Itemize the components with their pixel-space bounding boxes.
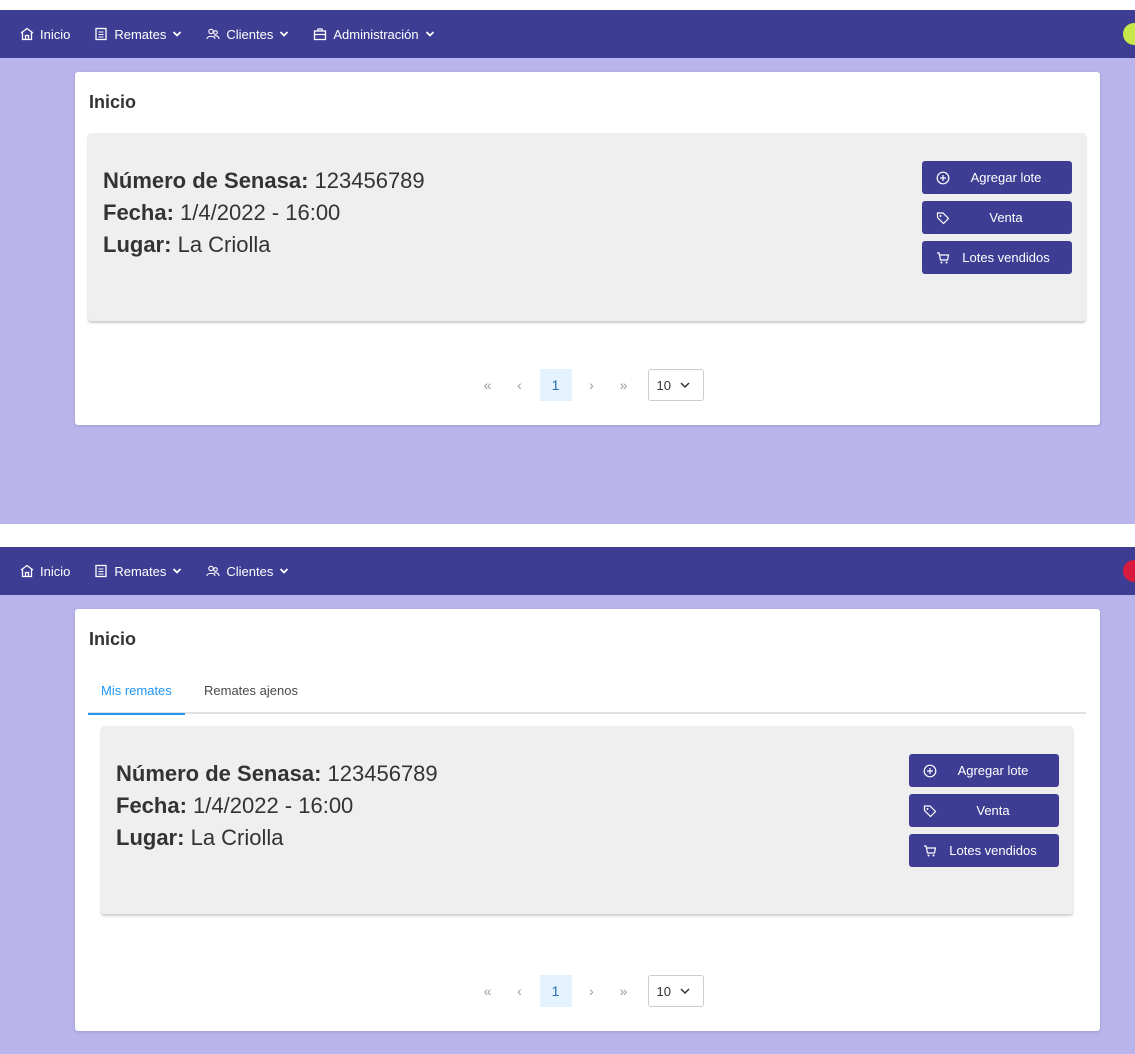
nav-administracion[interactable]: Administración xyxy=(313,27,434,42)
remate-info: Número de Senasa: 123456789 Fecha: 1/4/2… xyxy=(103,165,425,261)
lugar-value: La Criolla xyxy=(190,825,284,850)
nav-label: Clientes xyxy=(226,563,274,579)
paginator: « ‹ 1 › » 10 xyxy=(75,369,1100,401)
home-icon xyxy=(20,27,34,41)
lugar-label: Lugar: xyxy=(116,825,185,850)
nav-label: Inicio xyxy=(40,26,71,42)
screenshot-admin: Inicio Remates Clientes Administración I… xyxy=(0,10,1135,524)
top-navbar: Inicio Remates Clientes Administración xyxy=(0,10,1135,58)
nav-remates[interactable]: Remates xyxy=(94,27,182,42)
button-label: Venta xyxy=(976,803,1010,818)
lugar-label: Lugar: xyxy=(103,232,172,257)
venta-button[interactable]: Venta xyxy=(909,794,1059,827)
chevron-down-icon xyxy=(680,988,690,995)
chevron-down-icon xyxy=(173,31,182,37)
remate-item: Número de Senasa: 123456789 Fecha: 1/4/2… xyxy=(88,133,1086,321)
plus-circle-icon xyxy=(936,171,950,184)
nav-label: Administración xyxy=(333,26,419,42)
nav-remates[interactable]: Remates xyxy=(94,564,182,579)
rows-per-page-select[interactable]: 10 xyxy=(647,975,704,1007)
fecha-value: 1/4/2022 - 16:00 xyxy=(180,200,341,225)
nav-inicio[interactable]: Inicio xyxy=(20,564,70,579)
prev-page-button[interactable]: ‹ xyxy=(504,975,536,1007)
chevron-down-icon xyxy=(680,382,690,389)
fecha-value: 1/4/2022 - 16:00 xyxy=(193,793,354,818)
nav-label: Inicio xyxy=(40,563,71,579)
next-page-button[interactable]: › xyxy=(576,369,608,401)
venta-button[interactable]: Venta xyxy=(922,201,1072,234)
add-lote-button[interactable]: Agregar lote xyxy=(922,161,1072,194)
rows-per-page-select[interactable]: 10 xyxy=(647,369,704,401)
home-icon xyxy=(20,564,34,578)
nav-label: Clientes xyxy=(226,26,274,42)
page-1-button[interactable]: 1 xyxy=(539,369,572,401)
last-page-button[interactable]: » xyxy=(608,975,640,1007)
button-label: Venta xyxy=(989,210,1023,225)
main-card: Inicio Mis remates Remates ajenos Número… xyxy=(75,609,1100,1031)
document-list-icon xyxy=(95,564,108,578)
lugar-value: La Criolla xyxy=(177,232,271,257)
nav-inicio[interactable]: Inicio xyxy=(20,27,70,42)
nav-label: Remates xyxy=(114,26,167,42)
senasa-value: 123456789 xyxy=(327,761,438,786)
action-buttons: Agregar lote Venta Lotes vendidos xyxy=(922,161,1072,281)
tag-icon xyxy=(923,804,937,817)
tab-remates-ajenos[interactable]: Remates ajenos xyxy=(204,683,298,713)
user-avatar[interactable] xyxy=(1123,23,1135,45)
users-icon xyxy=(206,28,220,40)
first-page-button[interactable]: « xyxy=(472,975,504,1007)
button-label: Agregar lote xyxy=(957,763,1029,778)
prev-page-button[interactable]: ‹ xyxy=(504,369,536,401)
users-icon xyxy=(206,565,220,577)
remate-item: Número de Senasa: 123456789 Fecha: 1/4/2… xyxy=(101,726,1073,914)
nav-label: Remates xyxy=(114,563,167,579)
chevron-down-icon xyxy=(280,568,289,574)
chevron-down-icon xyxy=(173,568,182,574)
senasa-row: Número de Senasa: 123456789 xyxy=(103,165,425,197)
page-title: Inicio xyxy=(89,629,137,649)
next-page-button[interactable]: › xyxy=(576,975,608,1007)
add-lote-button[interactable]: Agregar lote xyxy=(909,754,1059,787)
button-label: Agregar lote xyxy=(970,170,1042,185)
button-label: Lotes vendidos xyxy=(949,843,1037,858)
fecha-row: Fecha: 1/4/2022 - 16:00 xyxy=(103,197,425,229)
page-1-button[interactable]: 1 xyxy=(539,975,572,1007)
senasa-value: 123456789 xyxy=(314,168,425,193)
cart-icon xyxy=(924,844,937,856)
button-label: Lotes vendidos xyxy=(962,250,1050,265)
chevron-down-icon xyxy=(280,31,289,37)
page-title: Inicio xyxy=(89,92,137,112)
main-card: Inicio Número de Senasa: 123456789 Fecha… xyxy=(75,72,1100,425)
senasa-label: Número de Senasa: xyxy=(103,168,309,193)
lugar-row: Lugar: La Criolla xyxy=(116,822,438,854)
action-buttons: Agregar lote Venta Lotes vendidos xyxy=(909,754,1059,874)
top-navbar: Inicio Remates Clientes xyxy=(0,547,1135,595)
tab-bar: Mis remates Remates ajenos xyxy=(88,679,1086,715)
last-page-button[interactable]: » xyxy=(608,369,640,401)
senasa-label: Número de Senasa: xyxy=(116,761,322,786)
tag-icon xyxy=(936,211,950,224)
remate-info: Número de Senasa: 123456789 Fecha: 1/4/2… xyxy=(116,758,438,854)
rows-value: 10 xyxy=(656,377,671,393)
briefcase-icon xyxy=(314,28,327,41)
lotes-vendidos-button[interactable]: Lotes vendidos xyxy=(909,834,1059,867)
plus-circle-icon xyxy=(923,764,937,777)
tab-mis-remates[interactable]: Mis remates xyxy=(88,683,185,715)
senasa-row: Número de Senasa: 123456789 xyxy=(116,758,438,790)
fecha-label: Fecha: xyxy=(103,200,174,225)
chevron-down-icon xyxy=(425,31,434,37)
nav-clientes[interactable]: Clientes xyxy=(206,564,289,579)
cart-icon xyxy=(937,251,950,263)
fecha-row: Fecha: 1/4/2022 - 16:00 xyxy=(116,790,438,822)
rows-value: 10 xyxy=(656,983,671,999)
document-list-icon xyxy=(95,27,108,41)
paginator: « ‹ 1 › » 10 xyxy=(75,975,1100,1007)
nav-clientes[interactable]: Clientes xyxy=(206,27,289,42)
fecha-label: Fecha: xyxy=(116,793,187,818)
first-page-button[interactable]: « xyxy=(472,369,504,401)
lotes-vendidos-button[interactable]: Lotes vendidos xyxy=(922,241,1072,274)
screenshot-user: Inicio Remates Clientes Inicio Mis remat… xyxy=(0,547,1135,1054)
user-avatar[interactable] xyxy=(1123,560,1135,582)
lugar-row: Lugar: La Criolla xyxy=(103,229,425,261)
